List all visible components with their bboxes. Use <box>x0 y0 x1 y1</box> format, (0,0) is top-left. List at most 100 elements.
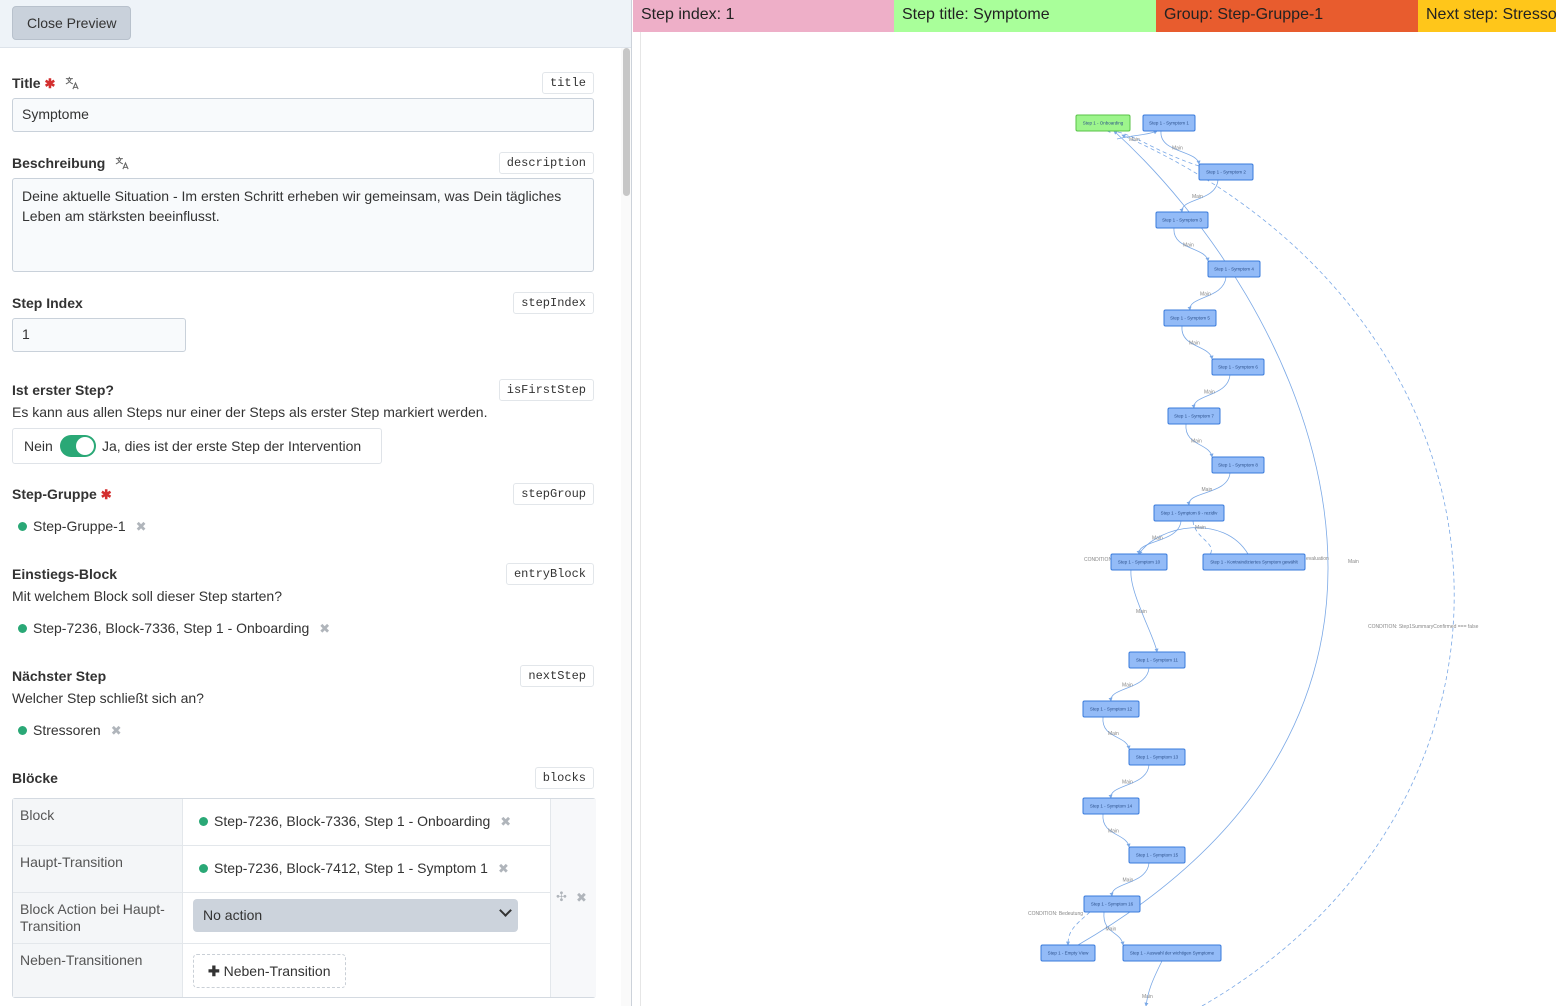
field-help: Mit welchem Block soll dieser Step start… <box>12 588 282 604</box>
block-reference[interactable]: Step-7236, Block-7336, Step 1 - Onboardi… <box>199 813 511 830</box>
edge-label: Main <box>1202 487 1213 493</box>
field-is-first-step: Ist erster Step? isFirstStep Es kann aus… <box>12 379 594 464</box>
graph-node[interactable]: Step 1 - Symptom 5 <box>1163 309 1217 327</box>
preview-panel: Step index: 1 Step title: Symptome Group… <box>633 0 1556 1006</box>
graph-node[interactable]: Step 1 - Symptom 3 <box>1155 211 1209 229</box>
field-help: Welcher Step schließt sich an? <box>12 690 204 706</box>
add-side-transition-button[interactable]: ✚ Neben-Transition <box>193 954 346 988</box>
field-label: Einstiegs-Block <box>12 566 118 582</box>
graph-node[interactable]: Step 1 - Symptom 16 <box>1083 895 1141 913</box>
field-key-badge: title <box>541 72 594 94</box>
field-blocks: Blöcke blocks <box>12 767 594 793</box>
graph-node[interactable]: Step 1 - Symptom 2 <box>1198 163 1254 181</box>
field-label: Title <box>12 75 41 91</box>
graph-node[interactable]: Step 1 - Symptom 14 <box>1082 797 1140 815</box>
drag-handle-icon[interactable]: ✣ <box>556 889 567 905</box>
graph-node[interactable]: Step 1 - Symptom 9 - rezidiv <box>1153 504 1225 522</box>
graph-node-label: Step 1 - Symptom 14 <box>1090 804 1133 809</box>
edge-label: Main <box>1189 341 1200 347</box>
graph-node[interactable]: Step 1 - Symptom 10 <box>1110 553 1168 571</box>
graph-node[interactable]: Step 1 - Symptom 13 <box>1128 748 1186 766</box>
graph-node-label: Step 1 - Symptom 13 <box>1136 755 1179 760</box>
remove-icon[interactable]: ✖ <box>319 621 330 637</box>
toggle-on-label: Ja, dies ist der erste Step der Interven… <box>102 438 362 454</box>
edge-label: Main <box>1108 829 1119 835</box>
field-key-badge: blocks <box>534 767 594 789</box>
entry-block-reference[interactable]: Step-7236, Block-7336, Step 1 - Onboardi… <box>18 620 330 637</box>
edge-label: Main <box>1122 780 1133 786</box>
field-step-index: Step Index stepIndex 1 <box>12 292 594 352</box>
toggle-off-label: Nein <box>24 438 53 454</box>
edge-label: Main <box>1122 683 1133 689</box>
select-value: No action <box>203 907 263 923</box>
remove-icon[interactable]: ✖ <box>500 814 511 830</box>
scrollbar-thumb[interactable] <box>623 48 630 196</box>
graph-node-label: Step 1 - Symptom 3 <box>1162 218 1202 223</box>
block-action-select[interactable]: No action <box>193 899 518 932</box>
graph-node[interactable]: Step 1 - Empty View <box>1040 944 1096 962</box>
chevron-down-icon <box>499 904 512 917</box>
edge-label: Main <box>1108 731 1119 737</box>
banner-step-title: Step title: Symptome <box>894 0 1156 32</box>
remove-icon[interactable]: ✖ <box>498 861 509 877</box>
edge-label: CONDITION: Step1SummaryConfirmed === fal… <box>1368 624 1479 630</box>
banner-next-step: Next step: Stressoren <box>1418 0 1556 32</box>
graph-node[interactable]: Step 1 - Symptom 8 <box>1211 456 1265 474</box>
table-row: Block Action bei Haupt-Transition No act… <box>13 893 550 944</box>
graph-node-label: Step 1 - Symptom 9 - rezidiv <box>1161 511 1219 516</box>
table-row: Haupt-Transition Step-7236, Block-7412, … <box>13 846 550 893</box>
graph-node-label: Step 1 - Symptom 6 <box>1218 365 1258 370</box>
edge-label: Main <box>1172 146 1183 152</box>
table-row: Neben-Transitionen ✚ Neben-Transition <box>13 944 550 997</box>
title-input[interactable]: Symptome <box>12 98 594 132</box>
remove-icon[interactable]: ✖ <box>111 723 122 739</box>
graph-node[interactable]: Step 1 - Symptom 7 <box>1167 407 1221 425</box>
first-step-toggle[interactable] <box>60 435 96 457</box>
graph-node[interactable]: Step 1 - Auswahl der wichtigen Symptome <box>1122 944 1222 962</box>
description-textarea[interactable]: Deine aktuelle Situation - Im ersten Sch… <box>12 178 594 272</box>
graph-node-label: Step 1 - Kontraindiziertes Symptom gewäh… <box>1210 560 1298 565</box>
edge-label: Main <box>1200 292 1211 298</box>
translate-icon[interactable] <box>65 76 79 90</box>
edge-label: Main <box>1123 878 1134 884</box>
editor-panel: Close Preview Title ✱ title Symptome Besc… <box>0 0 632 1006</box>
graph-node[interactable]: Step 1 - Symptom 15 <box>1128 846 1186 864</box>
edge-label: Main <box>1192 194 1203 200</box>
edge-label: Main <box>1142 994 1153 1000</box>
graph-node-label: Step 1 - Symptom 15 <box>1136 853 1179 858</box>
edge-label: evaluation <box>1306 556 1329 562</box>
edge-label: Main <box>1348 559 1359 565</box>
field-description: Beschreibung description Deine aktuelle … <box>12 152 594 272</box>
table-row: Block Step-7236, Block-7336, Step 1 - On… <box>13 799 550 846</box>
edge-label: Main <box>1106 927 1117 933</box>
flow-graph[interactable]: Main Main Main Main Main Main Main Main Main Main… <box>633 32 1556 1006</box>
graph-node[interactable]: Step 1 - Symptom 4 <box>1207 260 1261 278</box>
reference-label: Step-7236, Block-7336, Step 1 - Onboardi… <box>214 813 491 829</box>
main-transition-reference[interactable]: Step-7236, Block-7412, Step 1 - Symptom … <box>199 860 509 877</box>
graph-node[interactable]: Step 1 - Symptom 6 <box>1211 358 1265 376</box>
graph-node[interactable]: Step 1 - Symptom 1 <box>1142 114 1196 132</box>
close-preview-button[interactable]: Close Preview <box>12 6 132 40</box>
graph-node[interactable]: Step 1 - Symptom 11 <box>1128 651 1186 669</box>
graph-node[interactable]: Step 1 - Kontraindiziertes Symptom gewäh… <box>1202 553 1306 571</box>
editor-scrollbar[interactable] <box>621 48 631 1006</box>
graph-node[interactable]: Step 1 - Symptom 12 <box>1082 700 1140 718</box>
required-asterisk: ✱ <box>100 487 112 502</box>
step-index-input[interactable]: 1 <box>12 318 186 352</box>
reference-label: Stressoren <box>33 722 101 738</box>
translate-icon[interactable] <box>115 156 129 170</box>
field-step-group: Step-Gruppe ✱ stepGroup Step-Gruppe-1 ✖ <box>12 483 594 543</box>
field-label: Nächster Step <box>12 668 107 684</box>
next-step-reference[interactable]: Stressoren ✖ <box>18 722 122 739</box>
row-actions: ✣ ✖ <box>550 799 596 997</box>
remove-icon[interactable]: ✖ <box>136 519 147 535</box>
graph-node-label: Step 1 - Symptom 8 <box>1218 463 1258 468</box>
field-key-badge: description <box>498 152 594 174</box>
step-group-reference[interactable]: Step-Gruppe-1 ✖ <box>18 518 147 535</box>
field-label: Ist erster Step? <box>12 382 114 398</box>
graph-node-label: Step 1 - Symptom 7 <box>1174 414 1214 419</box>
graph-node-label: Step 1 - Auswahl der wichtigen Symptome <box>1130 951 1215 956</box>
status-dot <box>199 817 208 826</box>
delete-row-icon[interactable]: ✖ <box>576 890 587 906</box>
graph-node[interactable]: Step 1 - Onboarding <box>1075 114 1131 132</box>
